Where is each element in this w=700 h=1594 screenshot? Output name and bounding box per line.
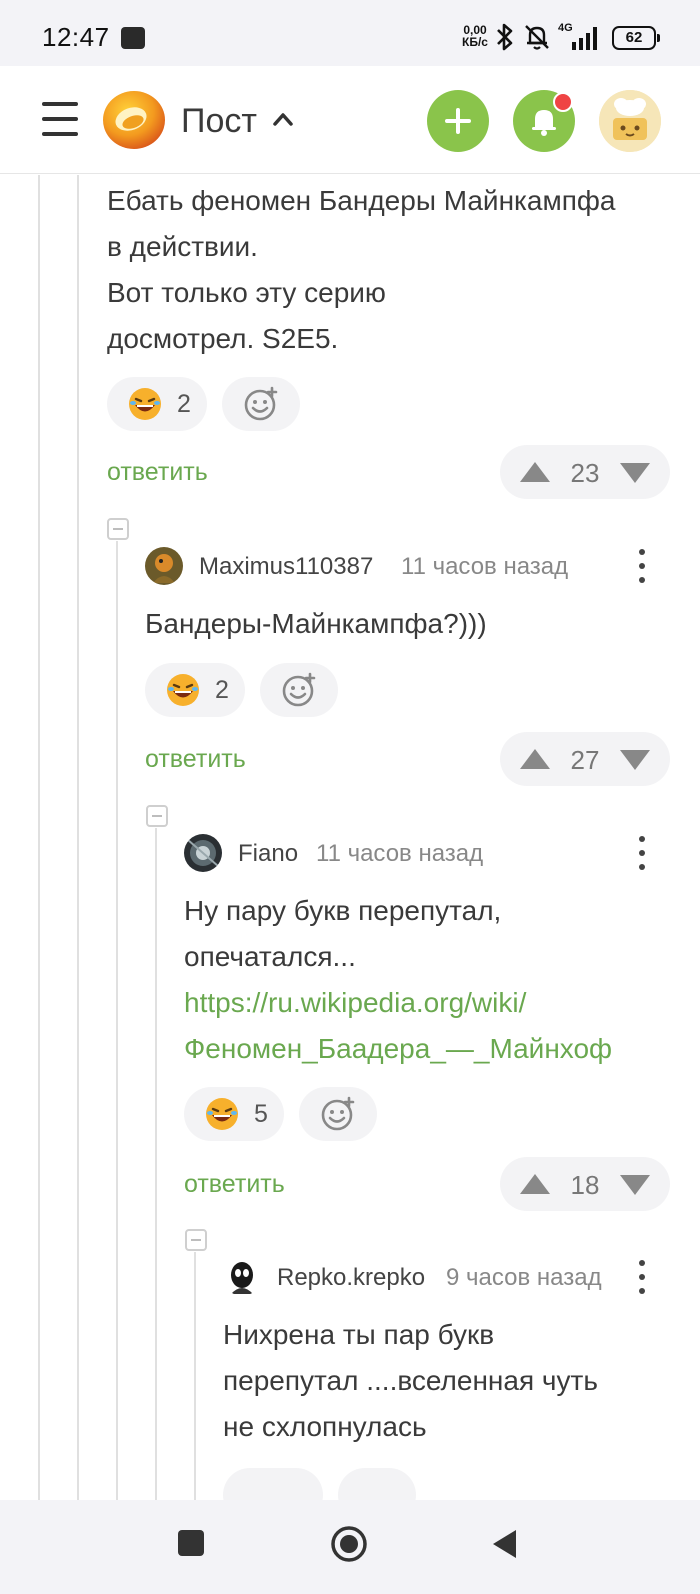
comment-line: Ну пару букв перепутал, — [184, 895, 502, 926]
comment-line: в действии. — [107, 231, 258, 262]
add-emoji-icon — [282, 672, 316, 707]
laughing-emoji-icon — [206, 1098, 238, 1130]
thread-line — [38, 175, 40, 1500]
home-circle-icon[interactable] — [329, 1524, 369, 1564]
comment-text: Ебать феномен Бандеры Майнкампфа в дейст… — [107, 178, 616, 362]
vote-box: 27 — [500, 732, 670, 786]
laugh-reaction-button[interactable]: 2 — [107, 377, 207, 431]
reply-link[interactable]: ответить — [145, 745, 246, 774]
comment-line: перепутал ....вселенная чуть — [223, 1365, 598, 1396]
add-emoji-icon — [244, 386, 278, 421]
laugh-reaction-button[interactable]: 2 — [145, 663, 245, 717]
author-avatar-image — [145, 547, 183, 585]
author-avatar[interactable] — [145, 547, 183, 585]
downvote-icon[interactable] — [618, 748, 652, 772]
comment-text: Нихрена ты пар букв перепутал ....вселен… — [223, 1312, 598, 1450]
comment-line: Вот только эту серию — [107, 277, 386, 308]
notification-badge — [553, 92, 573, 112]
page-title[interactable]: Пост — [181, 102, 257, 141]
reaction-count: 2 — [177, 389, 191, 418]
collapse-thread-button[interactable] — [185, 1229, 207, 1251]
comment-line: опечатался... — [184, 941, 356, 972]
author-avatar[interactable] — [184, 834, 222, 872]
user-avatar-image — [599, 90, 661, 152]
thread-line — [77, 175, 79, 1500]
mute-bell-icon — [525, 25, 549, 50]
pikabu-logo-icon[interactable] — [101, 89, 167, 151]
laugh-reaction-button[interactable]: 5 — [184, 1087, 284, 1141]
app-notification-icon — [121, 27, 145, 49]
status-time: 12:47 — [42, 22, 110, 52]
comment-line: не схлопнулась — [223, 1411, 427, 1442]
comment-line: Нихрена ты пар букв — [223, 1319, 495, 1350]
notifications-button[interactable] — [513, 90, 575, 152]
collapse-thread-button[interactable] — [107, 518, 129, 540]
bluetooth-icon — [497, 23, 513, 51]
laughing-emoji-icon — [129, 388, 161, 420]
thread-line — [155, 828, 157, 1500]
recents-square-icon[interactable] — [176, 1528, 206, 1558]
laugh-reaction-button[interactable] — [223, 1468, 323, 1500]
reaction-count: 2 — [215, 675, 229, 704]
add-post-button[interactable] — [427, 90, 489, 152]
network-type: 4G — [558, 22, 573, 34]
comment-line: Ебать феномен Бандеры Майнкампфа — [107, 185, 616, 216]
app-header: Пост — [0, 66, 700, 174]
comment-line: досмотрел. S2E5. — [107, 323, 339, 354]
more-options-icon[interactable] — [637, 549, 647, 583]
link-line: Феномен_Баадера_—_Майнхоф — [184, 1033, 613, 1064]
comment-time: 11 часов назад — [316, 840, 484, 867]
vote-box: 23 — [500, 445, 670, 499]
author-avatar-image — [223, 1258, 261, 1296]
vote-box: 18 — [500, 1157, 670, 1211]
battery-icon: 62 — [612, 26, 660, 50]
user-avatar[interactable] — [599, 90, 661, 152]
system-nav-bar — [0, 1500, 700, 1594]
collapse-thread-button[interactable] — [146, 805, 168, 827]
comment-time: 9 часов назад — [446, 1264, 602, 1291]
downvote-icon[interactable] — [618, 1173, 652, 1197]
add-reaction-button[interactable] — [260, 663, 338, 717]
menu-icon[interactable] — [42, 102, 78, 136]
comment-text: Бандеры-Майнкампфа?))) — [145, 608, 487, 639]
status-bar: 12:47 0,00 КБ/с 4G 62 — [0, 0, 700, 66]
add-emoji-icon — [321, 1096, 355, 1131]
plus-icon — [445, 108, 471, 134]
add-reaction-button[interactable] — [222, 377, 300, 431]
comment-text: Ну пару букв перепутал, опечатался... ht… — [184, 888, 612, 1072]
author-name[interactable]: Maximus110387 — [199, 553, 373, 581]
author-avatar-image — [184, 834, 222, 872]
link-line: https://ru.wikipedia.org/wiki/ — [184, 987, 527, 1018]
signal-icon — [572, 27, 597, 50]
back-triangle-icon[interactable] — [490, 1528, 520, 1560]
add-reaction-button[interactable] — [299, 1087, 377, 1141]
author-name[interactable]: Fiano — [238, 840, 298, 868]
chevron-up-icon[interactable] — [272, 110, 294, 128]
add-reaction-button[interactable] — [338, 1468, 416, 1500]
downvote-icon[interactable] — [618, 461, 652, 485]
thread-line — [194, 1252, 196, 1500]
wikipedia-link[interactable]: https://ru.wikipedia.org/wiki/ Феномен_Б… — [184, 980, 612, 1072]
comments-feed: Ебать феномен Бандеры Майнкампфа в дейст… — [0, 175, 700, 1500]
comment-time: 11 часов назад — [401, 553, 569, 580]
laughing-emoji-icon — [167, 674, 199, 706]
reply-link[interactable]: ответить — [107, 458, 208, 487]
network-speed-unit: КБ/с — [462, 35, 488, 49]
reaction-count: 5 — [254, 1099, 268, 1128]
network-speed: 0,00 КБ/с — [458, 24, 492, 48]
more-options-icon[interactable] — [637, 1260, 647, 1294]
thread-line — [116, 541, 118, 1500]
reply-link[interactable]: ответить — [184, 1170, 285, 1199]
author-avatar[interactable] — [223, 1258, 261, 1296]
author-name[interactable]: Repko.krepko — [277, 1264, 425, 1292]
more-options-icon[interactable] — [637, 836, 647, 870]
